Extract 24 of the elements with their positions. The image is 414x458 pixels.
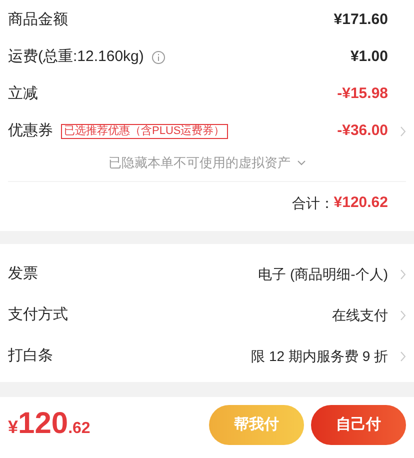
summary-label: 运费(总重:12.160kg) — [8, 47, 144, 68]
chevron-right-icon — [400, 126, 406, 137]
chevron-right-icon — [400, 269, 406, 280]
pay-button[interactable]: 自己付 — [311, 405, 406, 445]
price-decimals: .62 — [68, 419, 90, 439]
option-row[interactable]: 发票 电子 (商品明细-个人) — [8, 254, 406, 295]
summary-label: 优惠券 — [8, 121, 53, 142]
currency-symbol: ¥ — [8, 416, 18, 439]
chevron-right-icon — [400, 351, 406, 362]
summary-label: 商品金额 — [8, 10, 68, 30]
option-row[interactable]: 打白条 限 12 期内服务费 9 折 — [8, 336, 406, 377]
option-row[interactable]: 支付方式 在线支付 — [8, 295, 406, 336]
summary-amount: ¥171.60 — [334, 10, 388, 30]
summary-amount: -¥36.00 — [337, 121, 388, 142]
coupon-tag: 已选推荐优惠（含PLUS运费券） — [61, 124, 228, 139]
summary-amount: ¥1.00 — [350, 47, 388, 68]
summary-label: 立减 — [8, 84, 38, 104]
price-integer: 120 — [18, 409, 68, 439]
info-icon — [152, 51, 165, 64]
chevron-right-icon — [400, 310, 406, 321]
chevron-down-icon — [296, 160, 306, 166]
summary-amount: -¥15.98 — [337, 84, 388, 104]
total-label: 合计： — [292, 194, 334, 213]
total-amount: ¥120.62 — [334, 193, 388, 214]
